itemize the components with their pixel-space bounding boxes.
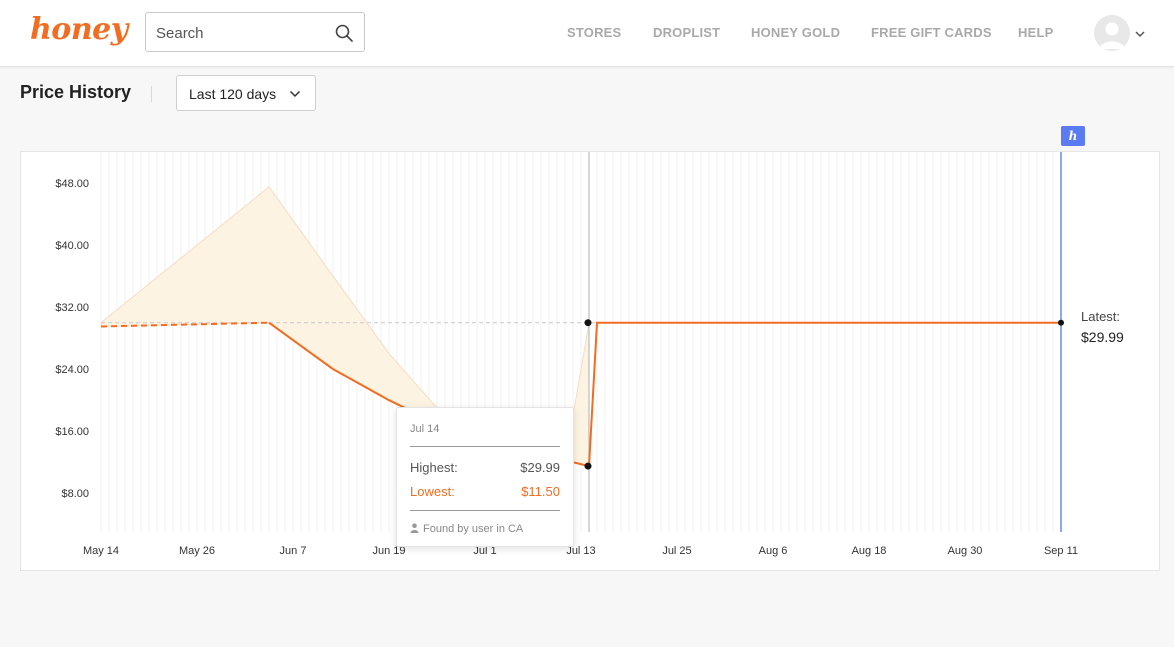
y-tick-label: $48.00	[55, 178, 89, 190]
y-tick-label: $16.00	[55, 426, 89, 438]
x-tick-label: Aug 18	[852, 545, 887, 557]
date-range-dropdown[interactable]: Last 120 days	[176, 75, 316, 111]
y-tick-label: $40.00	[55, 240, 89, 252]
x-tick-label: May 14	[83, 545, 119, 557]
x-tick-label: Aug 6	[759, 545, 788, 557]
honey-logo[interactable]: honey	[30, 12, 128, 47]
price-tooltip: Jul 14 Highest: $29.99 Lowest: $11.50 Fo…	[396, 407, 574, 547]
x-tick-label: May 26	[179, 545, 215, 557]
y-tick-label: $8.00	[61, 488, 89, 500]
tooltip-lowest-label: Lowest:	[410, 484, 455, 499]
nav-droplist[interactable]: DROPLIST	[653, 25, 720, 40]
latest-value: $29.99	[1081, 329, 1124, 345]
x-tick-label: Sep 11	[1044, 545, 1078, 557]
tooltip-found-by-text: Found by user in CA	[423, 523, 524, 535]
tooltip-divider	[410, 510, 560, 511]
search-input[interactable]	[156, 23, 326, 43]
x-tick-label: Jul 25	[662, 545, 691, 557]
price-history-chart[interactable]: $48.00 $40.00 $32.00 $24.00 $16.00 $8.00 May 1…	[21, 152, 1161, 572]
search-icon[interactable]	[334, 23, 354, 43]
chevron-down-icon	[289, 90, 301, 98]
nav-stores[interactable]: STORES	[567, 25, 621, 40]
nav-honey-gold[interactable]: HONEY GOLD	[751, 25, 840, 40]
x-tick-label: Jun 7	[280, 545, 307, 557]
search-box[interactable]	[145, 12, 365, 52]
top-navigation-bar: honey STORES DROPLIST HONEY GOLD FREE GI…	[0, 0, 1174, 67]
x-tick-label: Aug 30	[948, 545, 983, 557]
latest-label: Latest:	[1081, 309, 1121, 324]
user-avatar-icon[interactable]	[1094, 15, 1130, 51]
date-range-label: Last 120 days	[189, 86, 277, 102]
price-chart-card: $48.00 $40.00 $32.00 $24.00 $16.00 $8.00 May 1…	[20, 151, 1160, 571]
y-tick-label: $24.00	[55, 364, 89, 376]
price-history-title: Price History	[20, 82, 132, 102]
tooltip-highest-label: Highest:	[410, 460, 458, 475]
tooltip-highest-value: $29.99	[520, 460, 560, 475]
tooltip-lowest-value: $11.50	[521, 484, 560, 499]
divider	[151, 86, 152, 102]
tooltip-found-by: Found by user in CA	[410, 523, 523, 535]
tooltip-date: Jul 14	[410, 423, 440, 435]
tooltip-divider	[410, 446, 560, 447]
latest-point	[1058, 319, 1064, 326]
honey-h-icon: h	[1061, 126, 1085, 146]
lowest-point	[584, 462, 592, 470]
chevron-down-icon[interactable]	[1134, 30, 1146, 38]
nav-help[interactable]: HELP	[1018, 25, 1053, 40]
y-tick-label: $32.00	[55, 302, 89, 314]
person-icon	[410, 523, 419, 533]
nav-free-gift-cards[interactable]: FREE GIFT CARDS	[871, 25, 992, 40]
highest-point	[584, 319, 592, 327]
